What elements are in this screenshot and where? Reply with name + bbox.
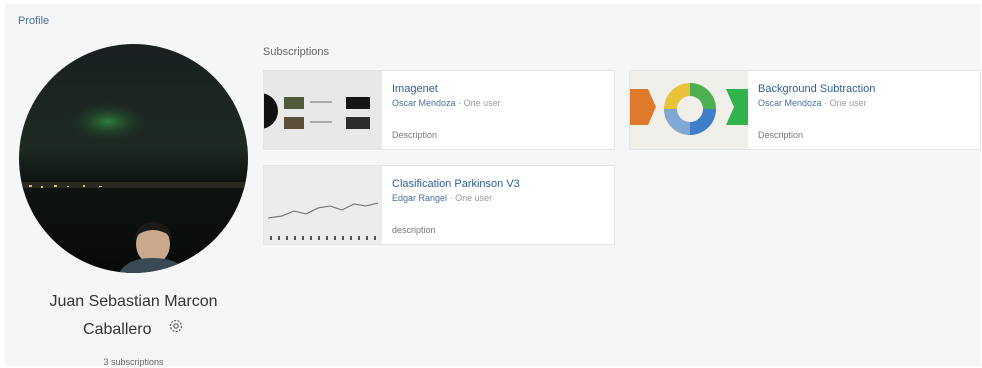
user-name-line2: Caballero [83, 321, 152, 339]
card-meta-separator: · [824, 98, 828, 108]
card-title[interactable]: Clasification Parkinson V3 [392, 178, 520, 190]
card-description: Description [392, 130, 438, 140]
card-thumbnail [630, 71, 748, 149]
card-author[interactable]: Edgar Rangel [392, 193, 447, 203]
card-thumbnail [264, 71, 382, 149]
subscription-card-background-subtraction[interactable]: Background Subtraction Oscar Mendoza · O… [629, 70, 981, 150]
page-title: Profile [18, 15, 50, 27]
card-meta: Edgar Rangel · One user [392, 193, 492, 203]
card-users: One user [455, 193, 493, 203]
subscription-card-imagenet[interactable]: Imagenet Oscar Mendoza · One user Descri… [263, 70, 615, 150]
card-title[interactable]: Imagenet [392, 83, 438, 95]
card-users: One user [829, 98, 867, 108]
subscriptions-title: Subscriptions [263, 46, 330, 58]
card-meta: Oscar Mendoza · One user [392, 98, 501, 108]
avatar-photo [19, 44, 248, 273]
card-meta-separator: · [449, 193, 453, 203]
card-description: Description [758, 130, 804, 140]
gear-icon[interactable] [168, 316, 184, 344]
profile-panel: Profile Juan Sebastian Marcon Caballero … [5, 4, 981, 367]
avatar [19, 44, 248, 273]
card-users: One user [463, 98, 501, 108]
card-meta-separator: · [458, 98, 462, 108]
card-author[interactable]: Oscar Mendoza [758, 98, 822, 108]
card-description: description [392, 225, 436, 235]
card-meta: Oscar Mendoza · One user [758, 98, 867, 108]
subscription-card-clasification-parkinson[interactable]: Clasification Parkinson V3 Edgar Rangel … [263, 165, 615, 245]
user-name: Juan Sebastian Marcon Caballero [19, 288, 248, 344]
card-thumbnail [264, 166, 382, 244]
subscriptions-count: 3 subscriptions [103, 357, 164, 367]
card-author[interactable]: Oscar Mendoza [392, 98, 456, 108]
card-title[interactable]: Background Subtraction [758, 83, 875, 95]
user-name-line1: Juan Sebastian Marcon [49, 293, 218, 310]
